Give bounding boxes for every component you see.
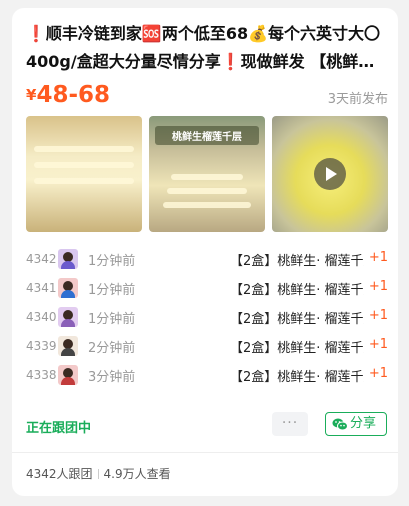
order-time: 1分钟前 xyxy=(88,312,136,327)
avatar xyxy=(58,336,78,356)
price: ¥48-68 xyxy=(26,82,110,108)
posted-time: 3天前发布 xyxy=(327,92,388,107)
order-row[interactable]: 4338 3分钟前 【2盒】桃鲜生· 榴莲千层 +1 xyxy=(26,362,388,391)
price-currency: ¥ xyxy=(26,86,37,104)
order-qty: +1 xyxy=(368,337,388,352)
order-number: 4340 xyxy=(26,310,57,324)
order-item: 【2盒】桃鲜生· 榴莲千层 xyxy=(230,370,364,385)
durian-cake-video-3[interactable] xyxy=(272,116,388,232)
footer-stats: 4342人跟团 4.9万人查看 xyxy=(26,465,171,482)
order-item: 【2盒】桃鲜生· 榴莲千层 xyxy=(230,254,364,269)
share-button[interactable]: 分享 xyxy=(325,412,387,436)
share-label: 分享 xyxy=(350,416,377,431)
group-buy-card[interactable]: ❗顺丰冷链到家🆘两个低至68💰每个六英寸大〇400g/盒超大分量尽情分享❗现做鲜… xyxy=(12,8,398,496)
photo-caption: 桃鲜生榴莲千层 xyxy=(155,126,259,145)
order-item: 【2盒】桃鲜生· 榴莲千层 xyxy=(230,283,364,298)
order-time: 1分钟前 xyxy=(88,283,136,298)
order-item: 【2盒】桃鲜生· 榴莲千层 xyxy=(230,341,364,356)
wechat-icon xyxy=(332,418,348,431)
order-number: 4338 xyxy=(26,368,57,382)
avatar xyxy=(58,307,78,327)
photo-gallery: 桃鲜生榴莲千层 xyxy=(26,116,388,232)
group-status: 正在跟团中 xyxy=(26,421,92,436)
order-qty: +1 xyxy=(368,250,388,265)
more-button[interactable]: ··· xyxy=(272,412,308,436)
order-qty: +1 xyxy=(368,308,388,323)
order-qty: +1 xyxy=(368,366,388,381)
divider xyxy=(12,452,398,453)
view-count: 4.9万人查看 xyxy=(103,467,171,481)
order-time: 3分钟前 xyxy=(88,370,136,385)
durian-cake-photo-1[interactable] xyxy=(26,116,142,232)
play-icon[interactable] xyxy=(314,158,346,190)
order-time: 1分钟前 xyxy=(88,254,136,269)
avatar xyxy=(58,365,78,385)
order-number: 4341 xyxy=(26,281,57,295)
price-range: 48-68 xyxy=(36,82,110,108)
avatar xyxy=(58,249,78,269)
order-time: 2分钟前 xyxy=(88,341,136,356)
order-row[interactable]: 4340 1分钟前 【2盒】桃鲜生· 榴莲千层 +1 xyxy=(26,304,388,333)
separator xyxy=(97,469,99,479)
order-row[interactable]: 4342 1分钟前 【2盒】桃鲜生· 榴莲千层 +1 xyxy=(26,246,388,275)
order-item: 【2盒】桃鲜生· 榴莲千层 xyxy=(230,312,364,327)
joined-count: 4342人跟团 xyxy=(26,467,93,481)
order-row[interactable]: 4339 2分钟前 【2盒】桃鲜生· 榴莲千层 +1 xyxy=(26,333,388,362)
durian-crepe-cake-photo-2[interactable]: 桃鲜生榴莲千层 xyxy=(149,116,265,232)
avatar xyxy=(58,278,78,298)
price-row: ¥48-68 3天前发布 xyxy=(26,82,388,112)
post-title[interactable]: ❗顺丰冷链到家🆘两个低至68💰每个六英寸大〇400g/盒超大分量尽情分享❗现做鲜… xyxy=(26,20,388,76)
order-qty: +1 xyxy=(368,279,388,294)
order-number: 4339 xyxy=(26,339,57,353)
order-row[interactable]: 4341 1分钟前 【2盒】桃鲜生· 榴莲千层 +1 xyxy=(26,275,388,304)
order-number: 4342 xyxy=(26,252,57,266)
order-list: 4342 1分钟前 【2盒】桃鲜生· 榴莲千层 +1 4341 1分钟前 【2盒… xyxy=(26,246,388,391)
